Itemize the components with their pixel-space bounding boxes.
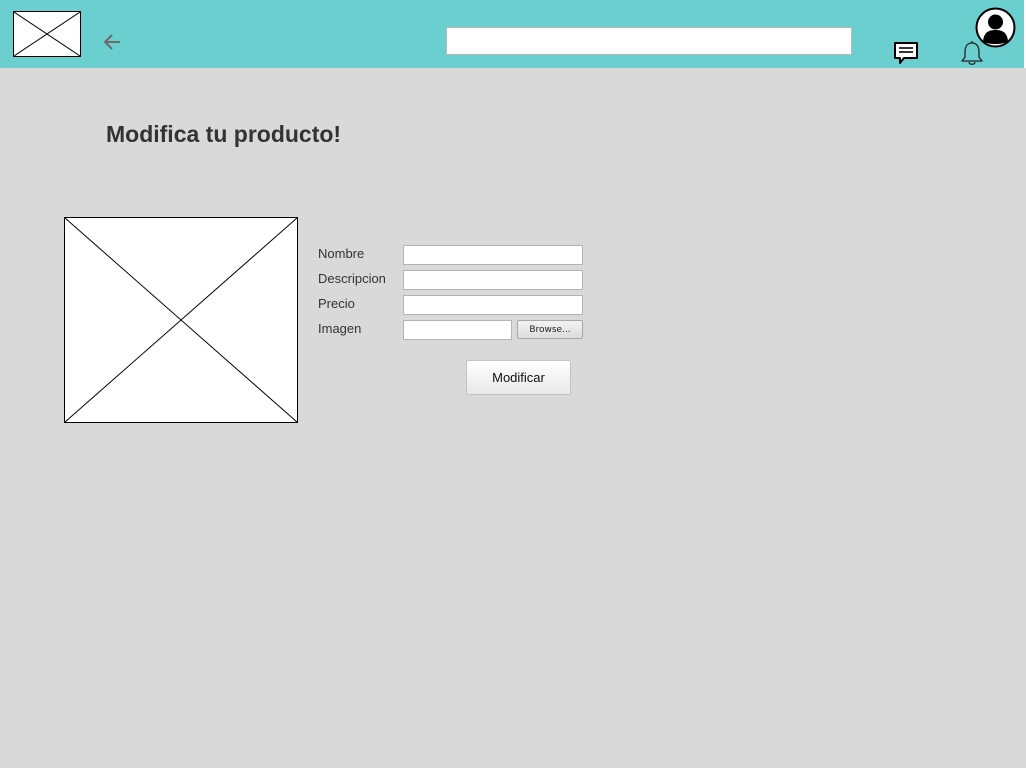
back-button[interactable] <box>101 31 123 53</box>
logo-image-placeholder <box>13 11 81 57</box>
precio-input[interactable] <box>403 295 583 315</box>
descripcion-label: Descripcion <box>318 271 386 286</box>
messages-button[interactable] <box>892 40 920 66</box>
precio-label: Precio <box>318 296 355 311</box>
arrow-left-icon <box>103 34 120 50</box>
descripcion-input[interactable] <box>403 270 583 290</box>
nombre-label: Nombre <box>318 246 365 261</box>
search-input[interactable] <box>446 27 852 55</box>
chat-bubble-icon <box>894 42 918 64</box>
imagen-label: Imagen <box>318 321 362 336</box>
modificar-button[interactable]: Modificar <box>466 360 571 395</box>
nombre-input[interactable] <box>403 245 583 265</box>
product-image-placeholder <box>64 217 298 423</box>
image-placeholder-icon <box>14 12 80 56</box>
profile-avatar[interactable] <box>975 7 1016 48</box>
page-title: Modifica tu producto! <box>106 121 342 147</box>
top-bar <box>0 0 1024 68</box>
image-placeholder-icon <box>65 218 297 422</box>
browse-button[interactable]: Browse... <box>517 320 583 339</box>
user-avatar-icon <box>975 7 1016 48</box>
imagen-file-input[interactable] <box>403 320 512 340</box>
